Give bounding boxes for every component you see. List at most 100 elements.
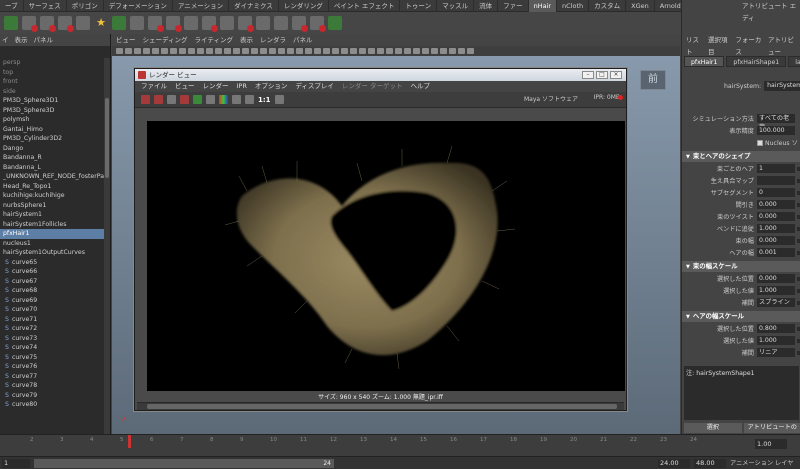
shelf-tab[interactable]: ポリゴン: [67, 0, 104, 12]
viewport-tool-icon[interactable]: [269, 48, 276, 54]
range-bar[interactable]: 24: [34, 459, 334, 468]
viewport-tool-icon[interactable]: [467, 48, 474, 54]
select-button[interactable]: 選択: [684, 423, 742, 433]
shelf-tab[interactable]: ペイント エフェクト: [329, 0, 401, 12]
outliner-item[interactable]: Scurve68: [0, 286, 104, 296]
shelf-tab[interactable]: nHair: [528, 0, 558, 12]
viewport-tool-icon[interactable]: [188, 48, 195, 54]
viewport-tool-icon[interactable]: [368, 48, 375, 54]
attribute-field[interactable]: 0.800: [757, 324, 795, 333]
attribute-menu-item[interactable]: アトリビュー: [768, 34, 800, 56]
maximize-button[interactable]: □: [596, 71, 608, 79]
shelf-tab[interactable]: nCloth: [557, 0, 590, 12]
attribute-field[interactable]: 1.000: [757, 336, 795, 345]
viewport-tool-icon[interactable]: [332, 48, 339, 54]
attribute-menu-item[interactable]: フォーカス: [735, 34, 762, 56]
outliner-item[interactable]: Scurve76: [0, 362, 104, 372]
follicle-icon[interactable]: [112, 16, 126, 30]
viewport-tool-icon[interactable]: [197, 48, 204, 54]
outliner-item[interactable]: Scurve67: [0, 277, 104, 287]
viewport-tool-icon[interactable]: [260, 48, 267, 54]
outliner-menu-item[interactable]: イ: [2, 34, 9, 46]
shelf-tab[interactable]: トゥーン: [400, 0, 438, 12]
curve-icon[interactable]: [130, 16, 144, 30]
s-icon[interactable]: [292, 16, 308, 32]
create-hair-icon[interactable]: [22, 16, 38, 32]
render-view-titlebar[interactable]: レンダー ビュー – □ ×: [135, 69, 626, 81]
shelf-tab[interactable]: サーフェス: [24, 0, 67, 12]
viewport-menu-item[interactable]: ビュー: [116, 34, 136, 46]
outliner-item[interactable]: Scurve73: [0, 334, 104, 344]
paint-hair-icon[interactable]: [76, 16, 90, 30]
outliner-item[interactable]: _UNKNOWN_REF_NODE_fosterParer: [0, 172, 104, 182]
render-hscrollbar[interactable]: [137, 402, 624, 410]
attribute-tab[interactable]: pfxHair1: [684, 56, 725, 67]
viewport-tool-icon[interactable]: [242, 48, 249, 54]
viewport-tool-icon[interactable]: [233, 48, 240, 54]
attribute-field[interactable]: [757, 176, 795, 185]
outliner-item[interactable]: pfxHair1: [0, 229, 104, 239]
viewport-tool-icon[interactable]: [296, 48, 303, 54]
viewport-tool-icon[interactable]: [323, 48, 330, 54]
r2-icon[interactable]: [58, 16, 74, 32]
rgb-channel-icon[interactable]: [219, 95, 228, 104]
viewport-tool-icon[interactable]: [179, 48, 186, 54]
render-menu-item[interactable]: レンダー ターゲット: [342, 81, 403, 92]
time-slider[interactable]: 2 3 4 5 6 7 8 9 10 11 12 13 14 15 16 17 18 19 20 21 22 23 24 1…: [0, 434, 800, 456]
shelf-tab[interactable]: デフォーメーション: [104, 0, 173, 12]
viewport-tool-icon[interactable]: [161, 48, 168, 54]
viewport-tool-icon[interactable]: [359, 48, 366, 54]
brush-icon[interactable]: [184, 16, 198, 30]
load-attributes-button[interactable]: アトリビュートの: [743, 423, 800, 433]
attribute-field[interactable]: リニア: [757, 348, 795, 357]
outliner-item[interactable]: Gantai_Himo: [0, 125, 104, 135]
section-clump-hair-shape[interactable]: ▼ 束とヘアのシェイプ: [682, 151, 800, 162]
render-canvas[interactable]: [147, 121, 625, 391]
viewport-tool-icon[interactable]: [449, 48, 456, 54]
current-time-field[interactable]: 1.00: [755, 439, 787, 449]
outliner-scrollbar[interactable]: [104, 58, 110, 434]
outliner-item[interactable]: Scurve66: [0, 267, 104, 277]
viewport-tool-icon[interactable]: [305, 48, 312, 54]
viewport-tool-icon[interactable]: [278, 48, 285, 54]
viewport-tool-icon[interactable]: [341, 48, 348, 54]
viewport-tool-icon[interactable]: [116, 48, 123, 54]
outliner-item[interactable]: PM3D_Sphere3D: [0, 106, 104, 116]
outliner-item[interactable]: Dango: [0, 144, 104, 154]
r-icon[interactable]: [166, 16, 182, 32]
outliner-item[interactable]: polymsh: [0, 115, 104, 125]
outliner-item[interactable]: Scurve79: [0, 391, 104, 401]
viewport-menu-item[interactable]: 表示: [240, 34, 253, 46]
outliner-item[interactable]: Scurve74: [0, 343, 104, 353]
viewport-tool-icon[interactable]: [170, 48, 177, 54]
shelf-tab[interactable]: ーブ: [0, 0, 24, 12]
viewport-menu-item[interactable]: レンダラ: [260, 34, 286, 46]
viewport-tool-icon[interactable]: [215, 48, 222, 54]
outliner-item[interactable]: nurbsSphere1: [0, 201, 104, 211]
ratio-label[interactable]: 1:1: [258, 96, 271, 104]
lock-icon[interactable]: [220, 16, 234, 30]
attribute-menu-item[interactable]: 選択項目: [708, 34, 729, 56]
display-quality-field[interactable]: 100.000: [757, 126, 795, 135]
attribute-field[interactable]: 1.000: [757, 286, 795, 295]
render-region-icon[interactable]: [154, 95, 163, 104]
attribute-field[interactable]: 1: [757, 164, 795, 173]
attribute-menu-item[interactable]: リスト: [686, 34, 702, 56]
view-cube-front[interactable]: 前: [640, 70, 666, 90]
sphere-icon[interactable]: [245, 95, 254, 104]
attribute-field[interactable]: 0: [757, 188, 795, 197]
node-field[interactable]: hairSystemShape1: [764, 81, 800, 91]
attribute-tab[interactable]: layer2: [788, 56, 800, 67]
ipr-render-icon[interactable]: [180, 95, 189, 104]
ipr-snapshot-icon[interactable]: [206, 95, 215, 104]
outliner-item[interactable]: top: [0, 68, 104, 78]
keep-image-icon[interactable]: [274, 95, 284, 104]
shelf-tab[interactable]: 流体: [474, 0, 499, 12]
outliner-menu-item[interactable]: 表示: [15, 34, 28, 46]
dynamic-icon[interactable]: [202, 16, 218, 32]
render-hscroll-thumb[interactable]: [147, 404, 617, 409]
star-icon[interactable]: ★: [94, 16, 108, 30]
viewport-tool-icon[interactable]: [431, 48, 438, 54]
viewport-menu-item[interactable]: シェーディング: [143, 34, 188, 46]
alpha-channel-icon[interactable]: [232, 95, 241, 104]
